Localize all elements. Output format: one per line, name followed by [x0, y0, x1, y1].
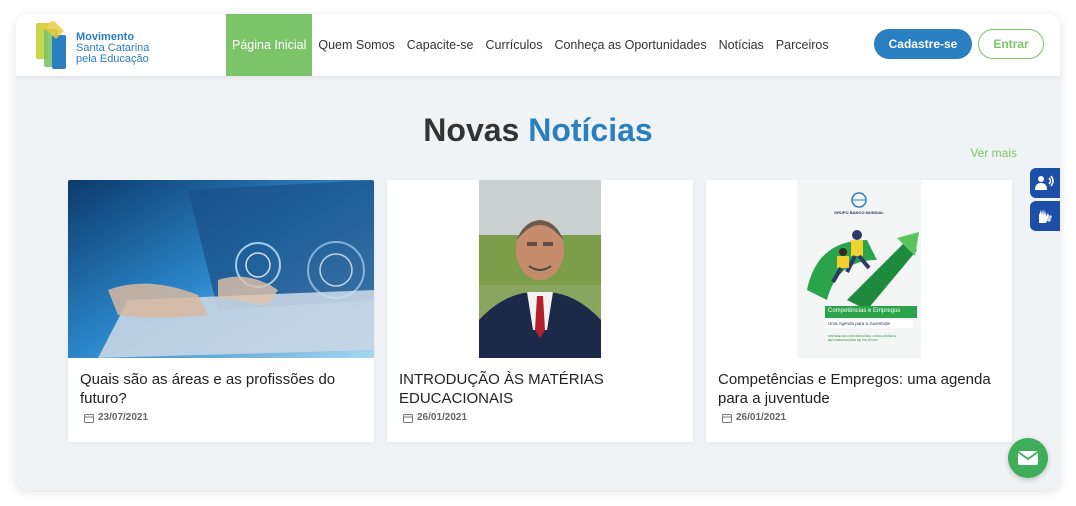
- man-in-suit-portrait: [479, 180, 601, 358]
- ver-mais-link[interactable]: Ver mais: [970, 146, 1017, 160]
- logo-mark-icon: [36, 21, 66, 69]
- calendar-icon: [84, 413, 94, 423]
- report-title: Competências e Empregos: [828, 308, 901, 314]
- news-card[interactable]: INTRODUÇÃO ÀS MATÉRIAS EDUCACIONAIS 26/0…: [387, 180, 693, 442]
- card-title[interactable]: Competências e Empregos: uma agenda para…: [718, 370, 1004, 408]
- site-logo[interactable]: Movimento Santa Catarina pela Educação: [34, 19, 154, 73]
- sign-language-icon: [1039, 209, 1052, 223]
- card-date-text: 23/07/2021: [98, 412, 149, 423]
- report-org: GRUPO BANCO MUNDIAL: [834, 210, 884, 215]
- cadastre-se-button[interactable]: Cadastre-se: [874, 29, 972, 59]
- logo-line-3: pela Educação: [76, 53, 149, 65]
- calendar-icon: [722, 413, 732, 423]
- main-nav: Página Inicial Quem Somos Capacite-se Cu…: [226, 14, 835, 76]
- nav-item-pagina-inicial[interactable]: Página Inicial: [226, 14, 313, 76]
- logo-text: Movimento Santa Catarina pela Educação: [76, 32, 149, 65]
- nav-item-parceiros[interactable]: Parceiros: [770, 14, 835, 76]
- sign-language-button[interactable]: [1030, 201, 1060, 231]
- card-title[interactable]: Quais são as áreas e as profissões do fu…: [80, 370, 366, 408]
- card-image-laptop[interactable]: [68, 180, 374, 358]
- section-title: Novas Notícias: [16, 112, 1060, 149]
- calendar-icon: [403, 413, 413, 423]
- site-header: Movimento Santa Catarina pela Educação P…: [16, 14, 1060, 76]
- nav-item-quem-somos[interactable]: Quem Somos: [312, 14, 400, 76]
- card-date-text: 26/01/2021: [417, 412, 468, 423]
- page-frame: Movimento Santa Catarina pela Educação P…: [16, 14, 1060, 490]
- report-subtitle: Uma Agenda para a Juventude: [828, 321, 891, 326]
- section-title-accent: Notícias: [528, 112, 653, 148]
- envelope-icon: [1017, 451, 1039, 465]
- card-date: 26/01/2021: [722, 412, 786, 423]
- news-card[interactable]: GRUPO BANCO MUNDIAL Competências e Empre…: [706, 180, 1012, 442]
- nav-item-oportunidades[interactable]: Conheça as Oportunidades: [548, 14, 712, 76]
- card-image-portrait[interactable]: [387, 180, 693, 358]
- report-cover-art: [807, 192, 919, 328]
- entrar-button[interactable]: Entrar: [978, 29, 1044, 59]
- card-date: 26/01/2021: [403, 412, 467, 423]
- card-date: 23/07/2021: [84, 412, 148, 423]
- laptop-technology-photo: [68, 180, 374, 358]
- contact-chat-button[interactable]: [1008, 438, 1048, 478]
- news-card[interactable]: Quais são as áreas e as profissões do fu…: [68, 180, 374, 442]
- nav-item-noticias[interactable]: Notícias: [713, 14, 770, 76]
- card-date-text: 26/01/2021: [736, 412, 787, 423]
- nav-item-curriculos[interactable]: Currículos: [479, 14, 548, 76]
- audio-accessibility-icon: [1035, 175, 1054, 190]
- report-cover: GRUPO BANCO MUNDIAL Competências e Empre…: [797, 180, 921, 358]
- card-image-report[interactable]: GRUPO BANCO MUNDIAL Competências e Empre…: [706, 180, 1012, 358]
- section-title-plain: Novas: [423, 112, 529, 148]
- report-footer: SÍNTESE DE CONSTATAÇÕES, CONCLUSÕES E RE…: [828, 334, 897, 342]
- card-title[interactable]: INTRODUÇÃO ÀS MATÉRIAS EDUCACIONAIS: [399, 370, 685, 408]
- audio-accessibility-button[interactable]: [1030, 168, 1060, 198]
- nav-item-capacite-se[interactable]: Capacite-se: [401, 14, 480, 76]
